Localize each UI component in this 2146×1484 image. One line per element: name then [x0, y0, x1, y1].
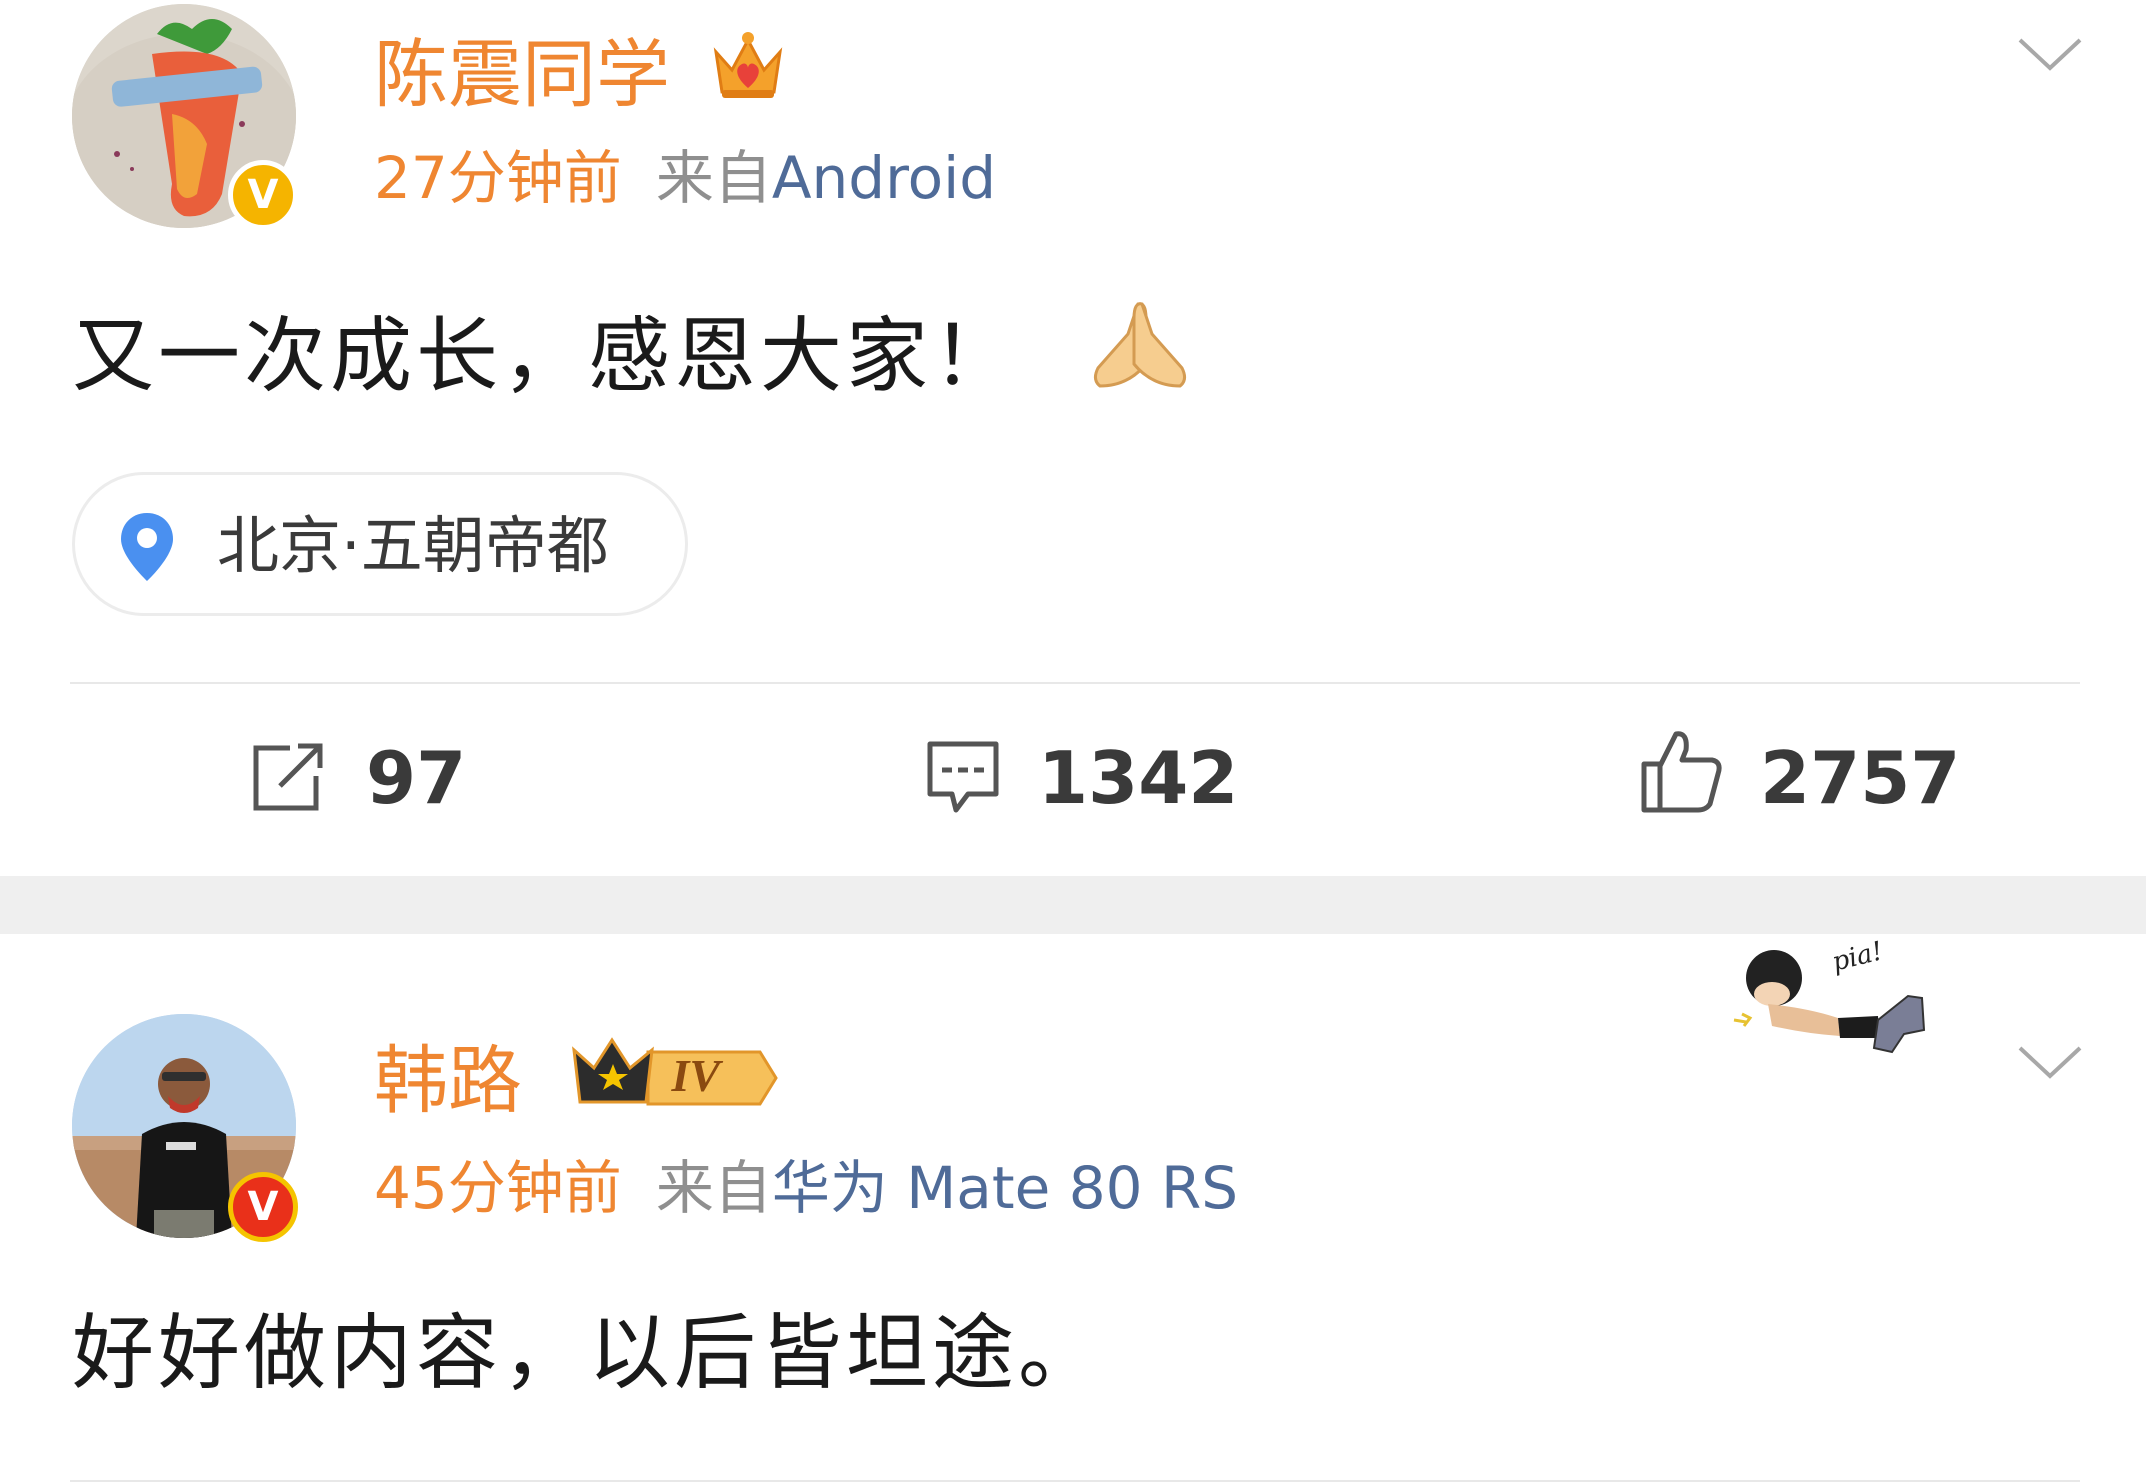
repost-icon [253, 743, 323, 811]
like-count: 2757 [1760, 736, 1961, 820]
comment-button[interactable]: 1342 [926, 728, 1246, 828]
verified-letter: V [247, 1184, 279, 1230]
verified-letter: V [247, 172, 279, 218]
post-meta: 45分钟前 来自华为 Mate 80 RS [374, 1156, 1238, 1220]
verified-badge-icon: V [228, 160, 298, 230]
weibo-post: V 韩路 IV 45分钟前 来自华为 Mate 80 RS pia! 好好做内容… [0, 934, 2146, 1484]
crown-level-iv-icon: IV [568, 1034, 778, 1114]
username-row[interactable]: 陈震同学 [374, 26, 788, 115]
post-time: 27分钟前 [374, 144, 622, 212]
post-text: 好好做内容，以后皆坦途。 [72, 1306, 1105, 1401]
source-prefix: 来自 [655, 144, 772, 212]
weibo-post: V 陈震同学 27分钟前 来自Android 又一次成长，感恩大家！ 北京·五朝帝… [0, 0, 2146, 876]
comment-icon [927, 741, 999, 813]
source-device[interactable]: Android [772, 144, 996, 212]
location-label: 北京·五朝帝都 [217, 509, 609, 582]
username[interactable]: 韩路 [374, 1038, 522, 1124]
chevron-down-icon[interactable] [2016, 1042, 2084, 1082]
repost-count: 97 [366, 736, 467, 820]
username[interactable]: 陈震同学 [374, 32, 670, 118]
comment-count: 1342 [1038, 736, 1239, 820]
post-text-row: 好好做内容，以后皆坦途。 [72, 1306, 1104, 1402]
post-meta: 27分钟前 来自Android [374, 146, 996, 210]
post-time: 45分钟前 [374, 1154, 622, 1222]
verified-badge-icon: V [228, 1172, 298, 1242]
location-pin-icon [121, 513, 173, 581]
gold-crown-heart-icon [713, 32, 782, 98]
location-tag[interactable]: 北京·五朝帝都 [72, 472, 688, 616]
level-label: IV [671, 1050, 721, 1101]
source-prefix: 来自 [655, 1154, 772, 1222]
repost-button[interactable]: 97 [250, 728, 510, 828]
pia-cartoon-sticker: pia! [1728, 934, 1952, 1074]
chevron-down-icon[interactable] [2016, 34, 2084, 74]
divider [70, 682, 2080, 684]
thumbs-up-icon [1641, 731, 1722, 813]
post-separator [0, 876, 2146, 934]
post-text: 又一次成长，感恩大家！ [72, 309, 1019, 404]
praying-hands-icon [1094, 302, 1187, 388]
username-row[interactable]: 韩路 IV [374, 1034, 778, 1121]
like-button[interactable]: 2757 [1640, 728, 1960, 828]
divider [70, 1480, 2080, 1482]
source-device[interactable]: 华为 Mate 80 RS [772, 1154, 1238, 1222]
post-text-row: 又一次成长，感恩大家！ [72, 294, 1192, 405]
